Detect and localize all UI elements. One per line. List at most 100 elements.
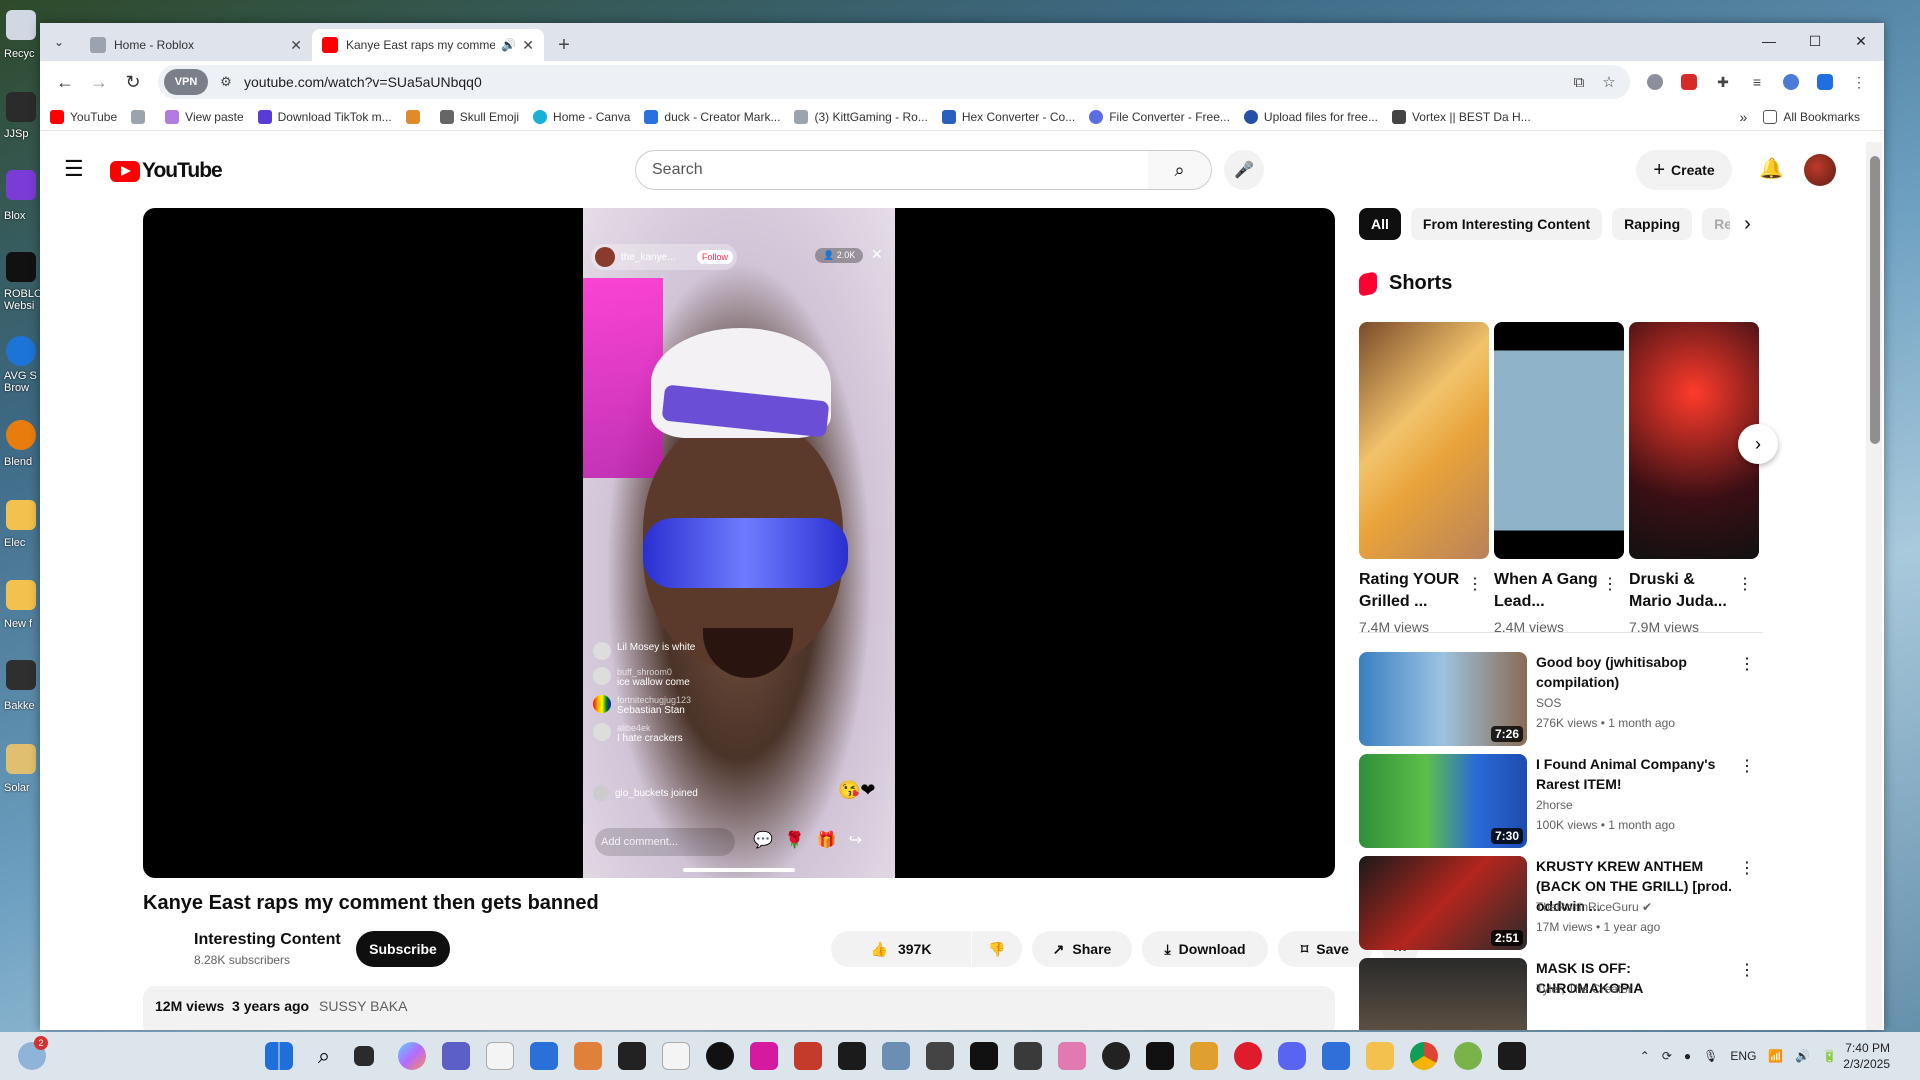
tray-overflow-icon[interactable]: ⌃ <box>1640 1049 1650 1063</box>
scrollbar-thumb[interactable] <box>1870 156 1880 444</box>
app-icon[interactable] <box>1454 1042 1482 1070</box>
back-icon[interactable]: ← <box>48 65 82 99</box>
recommended-video[interactable]: 7:26 Good boy (jwhitisabop compilation) … <box>1359 652 1763 746</box>
bookmark-item[interactable]: Download TikTok m... <box>257 109 392 124</box>
create-button[interactable]: + Create <box>1636 150 1732 190</box>
volume-icon[interactable]: 🔊 <box>1795 1049 1810 1063</box>
short-menu-icon[interactable]: ⋮ <box>1602 574 1618 594</box>
video-title[interactable]: I Found Animal Company's Rarest ITEM! <box>1536 754 1736 794</box>
forward-icon[interactable]: → <box>82 65 116 99</box>
capcut-icon[interactable] <box>970 1042 998 1070</box>
file-icon[interactable] <box>662 1042 690 1070</box>
description-box[interactable]: 12M views 3 years ago SUSSY BAKA <box>143 986 1335 1030</box>
mic-icon[interactable]: 🎙 <box>1703 1049 1718 1063</box>
app-icon[interactable] <box>1190 1042 1218 1070</box>
clock[interactable]: 7:40 PM 2/3/2025 <box>1843 1040 1890 1072</box>
video-thumbnail[interactable]: 7:30 <box>1359 754 1527 848</box>
tab-roblox[interactable]: Home - Roblox ✕ <box>80 29 312 61</box>
discord-icon[interactable] <box>1278 1042 1306 1070</box>
install-app-icon[interactable]: ⧉ <box>1564 74 1594 91</box>
channel-avatar[interactable] <box>143 930 183 970</box>
all-bookmarks[interactable]: All Bookmarks <box>1763 109 1860 124</box>
obs-icon[interactable] <box>1102 1042 1130 1070</box>
close-tab-icon[interactable]: ✕ <box>290 37 302 54</box>
app-icon[interactable] <box>794 1042 822 1070</box>
page-scrollbar[interactable] <box>1866 142 1882 1030</box>
app-icon[interactable] <box>1146 1042 1174 1070</box>
extensions-puzzle-icon[interactable]: ✚ <box>1706 65 1740 99</box>
channel-name[interactable]: SOS <box>1536 696 1561 710</box>
file-explorer-icon[interactable] <box>1366 1042 1394 1070</box>
language-indicator[interactable]: ENG <box>1730 1049 1756 1063</box>
copilot-icon[interactable] <box>398 1042 426 1070</box>
bookmark-star-icon[interactable]: ☆ <box>1594 73 1624 91</box>
recycle-bin-icon[interactable] <box>6 10 36 40</box>
bookmark-item[interactable]: duck - Creator Mark... <box>644 109 780 124</box>
roblox-icon[interactable] <box>6 252 36 282</box>
channel-name[interactable]: Interesting Content <box>194 931 341 949</box>
app-icon[interactable] <box>574 1042 602 1070</box>
video-menu-icon[interactable]: ⋮ <box>1739 960 1755 980</box>
media-control-icon[interactable]: ≡ <box>1740 65 1774 99</box>
minimize-icon[interactable]: — <box>1746 23 1792 59</box>
avg-browser-icon[interactable] <box>6 336 36 366</box>
monitor-icon[interactable] <box>882 1042 910 1070</box>
bookmark-item[interactable]: File Converter - Free... <box>1089 109 1230 124</box>
store-icon[interactable] <box>530 1042 558 1070</box>
short-menu-icon[interactable]: ⋮ <box>1737 574 1753 594</box>
download-button[interactable]: ⤓ Download <box>1142 931 1268 967</box>
blender-icon[interactable] <box>6 420 36 450</box>
video-thumbnail[interactable] <box>1359 958 1527 1030</box>
video-menu-icon[interactable]: ⋮ <box>1739 756 1755 776</box>
notepad-icon[interactable] <box>486 1042 514 1070</box>
reload-icon[interactable]: ↻ <box>116 65 150 99</box>
folder-icon[interactable] <box>6 580 36 610</box>
chevron-right-icon[interactable]: › <box>1744 213 1751 236</box>
bloxstrap-icon[interactable] <box>6 170 36 200</box>
channel-name[interactable]: TheRoninRiceGuru ✔ <box>1536 900 1652 914</box>
sync-icon[interactable]: ⟳ <box>1662 1049 1672 1063</box>
channel-name[interactable]: Tyler, The Creator <box>1536 982 1632 996</box>
short-card[interactable]: Rating YOUR Grilled ... 7.4M views ⋮ <box>1359 322 1489 635</box>
chip-rapping[interactable]: Rapping <box>1612 208 1693 240</box>
speaker-icon[interactable]: 🔊 <box>501 38 516 52</box>
short-title[interactable]: Rating YOUR Grilled ... <box>1359 569 1469 613</box>
bookmark-item[interactable]: Upload files for free... <box>1243 109 1378 124</box>
short-title[interactable]: Druski & Mario Juda... <box>1629 569 1739 613</box>
video-thumbnail[interactable]: 2:51 <box>1359 856 1527 950</box>
video-title[interactable]: Good boy (jwhitisabop compilation) <box>1536 652 1736 692</box>
task-view-icon[interactable] <box>354 1046 374 1066</box>
microphone-icon[interactable]: 🎤 <box>1224 150 1264 190</box>
maximize-icon[interactable]: ☐ <box>1792 23 1838 59</box>
bookmark-item[interactable]: View paste <box>165 109 244 124</box>
folder-icon[interactable] <box>6 744 36 774</box>
bookmark-item[interactable]: Vortex || BEST Da H... <box>1391 109 1531 124</box>
bookmark-item[interactable]: (3) KittGaming - Ro... <box>794 109 928 124</box>
tray-app-icon[interactable]: ● <box>1684 1049 1691 1063</box>
share-button[interactable]: ↗ Share <box>1032 931 1132 967</box>
tab-search-button[interactable]: ⌄ <box>46 29 72 55</box>
menu-hamburger-icon[interactable]: ☰ <box>64 156 84 182</box>
channel-name[interactable]: 2horse <box>1536 798 1573 812</box>
ublock-icon[interactable] <box>1672 65 1706 99</box>
short-card[interactable]: When A Gang Lead... 2.4M views ⋮ <box>1494 322 1624 635</box>
shield-icon[interactable] <box>1808 65 1842 99</box>
recommended-video[interactable]: MASK IS OFF: CHROMAKOPIA Tyler, The Crea… <box>1359 958 1763 1030</box>
wifi-icon[interactable]: 📶 <box>1768 1049 1783 1063</box>
subscribe-button[interactable]: Subscribe <box>356 931 450 967</box>
profile-icon[interactable] <box>1774 65 1808 99</box>
app-icon[interactable] <box>6 92 36 122</box>
close-tab-icon[interactable]: ✕ <box>522 37 534 54</box>
bookmark-item[interactable]: YouTube <box>50 109 117 124</box>
menu-kebab-icon[interactable]: ⋮ <box>1842 65 1876 99</box>
folder-icon[interactable] <box>6 500 36 530</box>
address-bar[interactable]: VPN ⚙ youtube.com/watch?v=SUa5aUNbqq0 ⧉ … <box>158 65 1630 99</box>
chrome-icon[interactable] <box>1410 1042 1438 1070</box>
site-info-icon[interactable]: ⚙ <box>214 74 238 90</box>
notifications-bell-icon[interactable]: 🔔 <box>1759 156 1784 181</box>
chip-more[interactable]: Re <box>1702 208 1731 240</box>
bookmark-item[interactable]: Hex Converter - Co... <box>941 109 1075 124</box>
short-menu-icon[interactable]: ⋮ <box>1467 574 1483 594</box>
save-button[interactable]: ⌑ Save <box>1278 931 1372 967</box>
video-player[interactable]: the_kanye... Follow 👤 2.0K ✕ Lil Mosey i… <box>143 208 1335 878</box>
